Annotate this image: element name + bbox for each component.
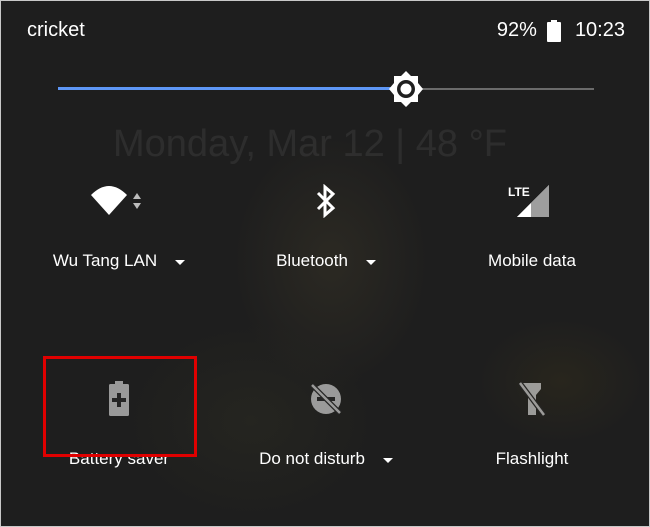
lte-signal-icon-wrap: LTE [507, 181, 557, 221]
lte-signal-icon: LTE [508, 185, 549, 217]
carrier-name: cricket [27, 19, 85, 41]
tile-wifi[interactable]: Wu Tang LAN [19, 181, 219, 291]
clock: 10:23 [574, 19, 625, 41]
tile-do-not-disturb-label: Do not disturb [259, 449, 365, 468]
battery-percent: 92% [496, 19, 537, 41]
brightness-track-empty [406, 88, 594, 90]
chevron-down-icon[interactable] [365, 259, 376, 265]
wifi-icon [91, 186, 141, 215]
chevron-down-icon[interactable] [175, 259, 186, 265]
quick-settings-panel: Monday, Mar 12 | 48 °F cricket 92% 10:23 [0, 0, 650, 527]
status-right: 92% 10:23 [497, 19, 625, 42]
tile-bluetooth-label: Bluetooth [276, 251, 348, 270]
bluetooth-icon [316, 184, 336, 218]
tile-bluetooth-label-row: Bluetooth [226, 251, 426, 271]
tile-mobile-data[interactable]: LTE Mobile data [432, 181, 632, 291]
battery-icon [546, 19, 561, 42]
chevron-down-icon[interactable] [382, 457, 393, 463]
tile-flashlight-label-row: Flashlight [432, 449, 632, 469]
tile-wifi-label: Wu Tang LAN [52, 251, 158, 270]
do-not-disturb-off-icon-wrap [306, 379, 346, 419]
tile-wifi-label-row: Wu Tang LAN [19, 251, 219, 271]
highlight-box [43, 356, 197, 457]
tile-flashlight[interactable]: Flashlight [432, 379, 632, 489]
brightness-track-filled [58, 87, 406, 90]
wifi-icon-wrap [89, 181, 149, 221]
tile-mobile-data-label: Mobile data [488, 251, 576, 270]
brightness-slider[interactable] [58, 61, 594, 117]
tile-bluetooth[interactable]: Bluetooth [226, 181, 426, 291]
do-not-disturb-off-icon [310, 383, 342, 415]
tile-mobile-data-label-row: Mobile data [432, 251, 632, 271]
svg-text:LTE: LTE [508, 185, 530, 199]
bluetooth-icon-wrap [306, 181, 346, 221]
flashlight-off-icon-wrap [512, 379, 552, 419]
brightness-icon[interactable] [386, 69, 426, 109]
flashlight-off-icon [518, 381, 546, 417]
status-bar: cricket 92% 10:23 [1, 1, 649, 61]
tile-do-not-disturb-label-row: Do not disturb [226, 449, 426, 469]
tile-flashlight-label: Flashlight [495, 449, 569, 468]
lockscreen-date-weather: Monday, Mar 12 | 48 °F [113, 123, 507, 165]
tile-do-not-disturb[interactable]: Do not disturb [226, 379, 426, 489]
